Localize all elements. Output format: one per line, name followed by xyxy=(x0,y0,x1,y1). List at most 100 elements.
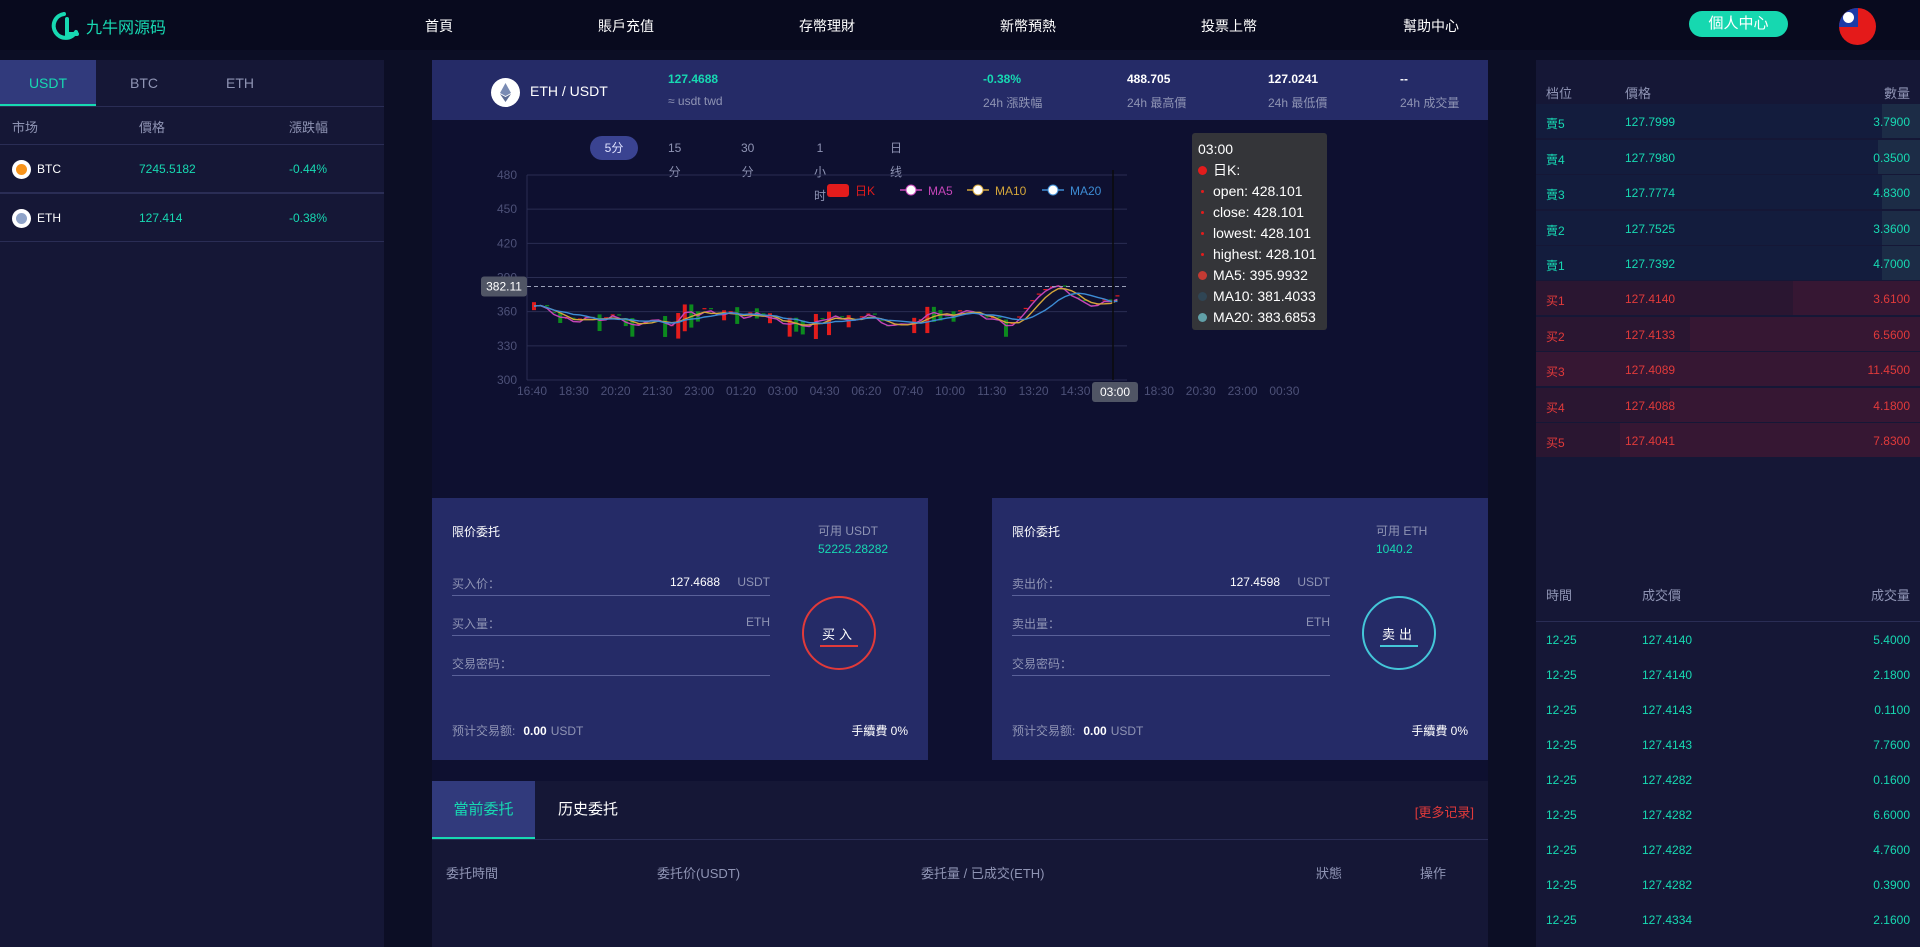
buy-form: 限价委托 可用 USDT 52225.28282 买入价： 127.4688 U… xyxy=(432,498,928,760)
x-tick-label: 16:40 xyxy=(517,384,547,398)
x-tick-label: 00:30 xyxy=(1269,384,1299,398)
sell-price-field[interactable]: 卖出价： 127.4598 USDT xyxy=(1012,568,1330,596)
tab-order-history[interactable]: 历史委托 xyxy=(558,781,618,839)
stat-high-label: 24h 最高價 xyxy=(1127,96,1187,110)
market-tab-eth[interactable]: ETH xyxy=(192,60,288,106)
legend-label-ma20: MA20 xyxy=(1070,184,1102,198)
trade-qty: 0.1100 xyxy=(1874,703,1910,717)
tab-current-orders[interactable]: 當前委托 xyxy=(432,781,535,839)
buy-amount-label: 买入量： xyxy=(452,617,501,631)
sell-fee: 手續費 0% xyxy=(1411,724,1468,738)
buy-form-title: 限价委托 xyxy=(452,525,501,539)
trade-row: 12-25 127.4140 2.1800 xyxy=(1536,657,1920,692)
bid-row[interactable]: 买5 127.4041 7.8300 xyxy=(1536,423,1920,457)
y-tick-label: 420 xyxy=(497,236,517,250)
legend-swatch xyxy=(1047,184,1059,196)
buy-est-unit: USDT xyxy=(550,724,584,738)
buy-amount-field[interactable]: 买入量： ETH xyxy=(452,608,770,636)
sell-amount-field[interactable]: 卖出量： ETH xyxy=(1012,608,1330,636)
market-panel: USDT BTC ETH 市场 價格 漲跌幅 BTC 7245.5182 -0.… xyxy=(0,60,384,947)
candle xyxy=(1115,295,1120,297)
buy-est-value: 0.00 xyxy=(523,724,547,738)
market-tab-usdt[interactable]: USDT xyxy=(0,60,96,106)
crosshair-y-label: 382.11 xyxy=(486,279,522,293)
candle xyxy=(735,307,740,324)
ticker-bar: ETH / USDT 127.4688 ≈ usdt twd -0.38% 24… xyxy=(432,60,1488,120)
bid-row[interactable]: 买4 127.4088 4.1800 xyxy=(1536,387,1920,422)
candle xyxy=(997,316,1002,319)
ask-row[interactable]: 賣5 127.7999 3.7900 xyxy=(1536,104,1920,138)
sell-button-label: 卖出 xyxy=(1379,624,1418,647)
ask-level: 賣5 xyxy=(1546,117,1565,131)
market-tab-btc[interactable]: BTC xyxy=(96,60,192,106)
ask-qty: 0.3500 xyxy=(1873,150,1910,165)
trades-header-qty: 成交量 xyxy=(1870,588,1910,603)
stat-low-value: 127.0241 xyxy=(1268,72,1319,86)
sell-price-unit: USDT xyxy=(1297,575,1330,589)
ask-row[interactable]: 賣1 127.7392 4.7000 xyxy=(1536,246,1920,280)
sell-password-field[interactable]: 交易密码： xyxy=(1012,648,1330,676)
buy-button[interactable]: 买入 xyxy=(802,596,876,670)
nav-new-coins[interactable]: 新幣預熱 xyxy=(1000,16,1056,36)
ask-row[interactable]: 賣3 127.7774 4.8300 xyxy=(1536,175,1920,209)
legend-swatch xyxy=(827,184,849,197)
ask-price: 127.7525 xyxy=(1625,221,1676,236)
book-header-price: 價格 xyxy=(1625,86,1652,101)
x-tick-label: 18:30 xyxy=(1144,384,1174,398)
nav-home[interactable]: 首頁 xyxy=(425,16,453,36)
more-records-link[interactable]: [更多记录] xyxy=(1415,802,1474,821)
orderbook-panel: 档位 價格 數量 賣5 127.7999 3.7900 賣4 127.7980 0.350… xyxy=(1536,60,1920,947)
market-row-eth[interactable]: ETH 127.414 -0.38% xyxy=(0,193,384,242)
kline-chart[interactable]: 48045042039036033030016:4018:3020:2021:3… xyxy=(432,120,1488,500)
sell-avail-label: 可用 ETH xyxy=(1376,524,1428,538)
market-price: 7245.5182 xyxy=(139,162,196,176)
user-center-button[interactable]: 個人中心 xyxy=(1689,11,1788,37)
sell-form: 限价委托 可用 ETH 1040.2 卖出价： 127.4598 USDT 卖出… xyxy=(992,498,1488,760)
tooltip-highest: highest: 428.101 xyxy=(1213,246,1317,262)
candle xyxy=(813,313,818,340)
tooltip-series: 日K: xyxy=(1198,160,1327,181)
bid-row[interactable]: 买3 127.4089 11.4500 xyxy=(1536,352,1920,386)
bid-level: 买3 xyxy=(1546,365,1565,379)
stat-change-value: -0.38% xyxy=(983,72,1022,86)
orders-header-time: 委托時間 xyxy=(446,866,499,881)
bid-price: 127.4041 xyxy=(1625,434,1676,448)
nav-savings[interactable]: 存幣理財 xyxy=(799,16,855,36)
trade-qty: 2.1600 xyxy=(1873,913,1910,927)
buy-price-field[interactable]: 买入价： 127.4688 USDT xyxy=(452,568,770,596)
ask-price: 127.7774 xyxy=(1625,186,1676,200)
bid-row[interactable]: 买1 127.4140 3.6100 xyxy=(1536,281,1920,315)
y-tick-label: 300 xyxy=(497,373,517,387)
market-price: 127.414 xyxy=(139,211,183,225)
stat-high-value: 488.705 xyxy=(1127,72,1171,86)
market-change: -0.44% xyxy=(289,162,328,176)
buy-password-field[interactable]: 交易密码： xyxy=(452,648,770,676)
tooltip-ma5: MA5: 395.9932 xyxy=(1213,267,1308,283)
top-header: 九牛网源码 首頁 賬戶充值 存幣理財 新幣預熱 投票上幣 幫助中心 個人中心 xyxy=(0,0,1920,50)
ask-row[interactable]: 賣4 127.7980 0.3500 xyxy=(1536,139,1920,174)
trade-price: 127.4143 xyxy=(1642,738,1693,752)
bid-row[interactable]: 买2 127.4133 6.5600 xyxy=(1536,316,1920,351)
ask-price: 127.7392 xyxy=(1625,257,1676,271)
x-tick-label: 23:00 xyxy=(1228,384,1258,398)
trade-time: 12-25 xyxy=(1546,878,1577,892)
last-price-sub: ≈ usdt twd xyxy=(668,94,723,108)
market-header-price: 價格 xyxy=(139,120,166,135)
trade-qty: 7.7600 xyxy=(1873,738,1910,752)
y-tick-label: 480 xyxy=(497,168,517,182)
ask-row[interactable]: 賣2 127.7525 3.3600 xyxy=(1536,210,1920,245)
trade-qty: 2.1800 xyxy=(1873,668,1910,682)
nav-vote-listing[interactable]: 投票上幣 xyxy=(1201,16,1257,36)
logo[interactable]: 九牛网源码 xyxy=(50,10,166,42)
buy-price-label: 买入价： xyxy=(452,577,501,591)
logo-icon xyxy=(51,12,79,40)
sell-button[interactable]: 卖出 xyxy=(1362,596,1436,670)
ask-level: 賣3 xyxy=(1546,188,1565,202)
language-flag-icon[interactable] xyxy=(1839,8,1876,45)
candle xyxy=(702,308,707,310)
nav-deposit[interactable]: 賬戶充值 xyxy=(598,16,654,36)
bid-qty: 6.5600 xyxy=(1873,327,1910,342)
market-row-btc[interactable]: BTC 7245.5182 -0.44% xyxy=(0,144,384,193)
nav-help-center[interactable]: 幫助中心 xyxy=(1403,16,1459,36)
stat-change-label: 24h 漲跌幅 xyxy=(983,96,1043,110)
